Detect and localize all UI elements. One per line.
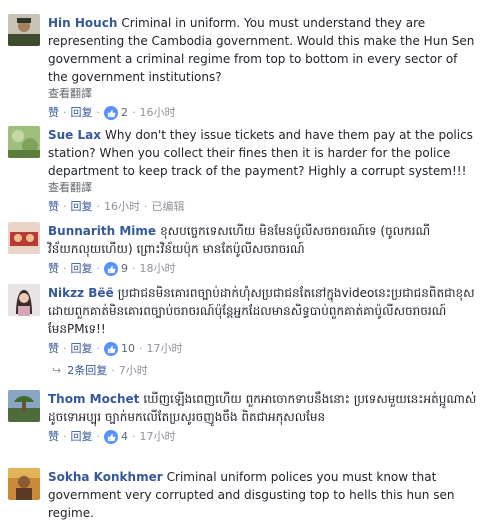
timestamp[interactable]: 16小时 <box>140 105 176 121</box>
thumbs-up-icon <box>104 262 118 276</box>
edited-label[interactable]: 已编辑 <box>152 199 185 215</box>
comment-actions: 赞 · 回复 · 2 · 16小时 <box>48 105 478 121</box>
see-translation-link[interactable]: 查看翻譯 <box>48 86 478 102</box>
like-count[interactable]: 10 <box>104 341 135 357</box>
comment-author[interactable]: Thom Mochet <box>48 392 139 406</box>
separator: · <box>96 430 101 443</box>
like-button[interactable]: 赞 <box>48 199 59 215</box>
like-button[interactable]: 赞 <box>48 341 59 357</box>
like-count-number: 9 <box>121 262 128 275</box>
view-replies-link[interactable]: ↪ 2条回复 · 7小时 <box>52 362 148 378</box>
like-count-number: 2 <box>121 106 128 119</box>
comment-author[interactable]: Sue Lax <box>48 128 101 142</box>
replies-count[interactable]: 2条回复 <box>67 362 107 378</box>
timestamp[interactable]: 16小时 <box>104 199 140 215</box>
timestamp[interactable]: 17小时 <box>140 429 176 445</box>
comment-text: Nikzz Bëë ប្រជាជនមិនគោរពច្បាប់ដាក់ហុំសប្រ… <box>48 284 478 338</box>
thumbs-up-icon <box>104 106 118 120</box>
reply-button[interactable]: 回复 <box>71 199 93 215</box>
timestamp[interactable]: 17小时 <box>147 341 183 357</box>
comment-actions: 赞 · 回复 · 9 · 18小时 <box>48 261 478 277</box>
avatar[interactable] <box>8 284 40 316</box>
reply-arrow-icon: ↪ <box>52 363 62 377</box>
comment-text: Sue Lax Why don't they issue tickets and … <box>48 126 478 180</box>
separator: · <box>63 430 67 443</box>
comment-author[interactable]: Nikzz Bëë <box>48 286 114 300</box>
like-count-number: 10 <box>121 342 135 355</box>
avatar[interactable] <box>8 468 40 500</box>
separator: · <box>132 106 136 119</box>
thumbs-up-icon <box>104 430 118 444</box>
separator: · <box>96 262 101 275</box>
separator: · <box>96 200 101 213</box>
comment-actions: 赞 · 回复 · 10 · 17小时 <box>48 341 478 357</box>
thumbs-up-icon <box>104 342 118 356</box>
comment-text: Bunnarith Mime ខុសបច្ចេកទេសហើយ មិនមែនប៉ូល… <box>48 222 478 258</box>
separator: · <box>63 200 67 213</box>
replies-timestamp[interactable]: 7小时 <box>119 362 148 378</box>
comment-actions: 赞 · 回复 · 4 · 17小时 <box>48 429 478 445</box>
like-button[interactable]: 赞 <box>48 105 59 121</box>
comment-author[interactable]: Bunnarith Mime <box>48 224 156 238</box>
separator: · <box>111 363 115 377</box>
like-count[interactable]: 4 <box>104 429 128 445</box>
separator: · <box>63 262 67 275</box>
reply-button[interactable]: 回复 <box>71 105 93 121</box>
comment-author[interactable]: Hin Houch <box>48 16 117 30</box>
timestamp[interactable]: 18小时 <box>140 261 176 277</box>
separator: · <box>63 342 67 355</box>
like-button[interactable]: 赞 <box>48 429 59 445</box>
comment-text: Hin Houch Criminal in uniform. You must u… <box>48 14 478 86</box>
comment-list: Hin Houch Criminal in uniform. You must u… <box>0 0 486 520</box>
avatar[interactable] <box>8 222 40 254</box>
separator: · <box>96 342 101 355</box>
see-translation-link[interactable]: 查看翻譯 <box>48 180 478 196</box>
like-count-number: 4 <box>121 430 128 443</box>
like-count[interactable]: 9 <box>104 261 128 277</box>
reply-button[interactable]: 回复 <box>71 341 93 357</box>
like-count[interactable]: 2 <box>104 105 128 121</box>
comment-author[interactable]: Sokha Konkhmer <box>48 470 163 484</box>
avatar[interactable] <box>8 126 40 158</box>
avatar[interactable] <box>8 390 40 422</box>
comment-body: Why don't they issue tickets and have th… <box>48 128 473 178</box>
reply-button[interactable]: 回复 <box>71 429 93 445</box>
reply-button[interactable]: 回复 <box>71 261 93 277</box>
separator: · <box>96 106 101 119</box>
comment-text: Sokha Konkhmer Criminal uniform polices y… <box>48 468 478 522</box>
comment-text: Thom Mochet ឃើញឡើងពេញហើយ ពួកអាចោកទាបនឹងនោ… <box>48 390 478 426</box>
separator: · <box>144 200 148 213</box>
separator: · <box>132 262 136 275</box>
separator: · <box>139 342 143 355</box>
separator: · <box>63 106 67 119</box>
avatar[interactable] <box>8 14 40 46</box>
separator: · <box>132 430 136 443</box>
comment-actions: 赞 · 回复 · 16小时 · 已编辑 <box>48 199 478 215</box>
like-button[interactable]: 赞 <box>48 261 59 277</box>
